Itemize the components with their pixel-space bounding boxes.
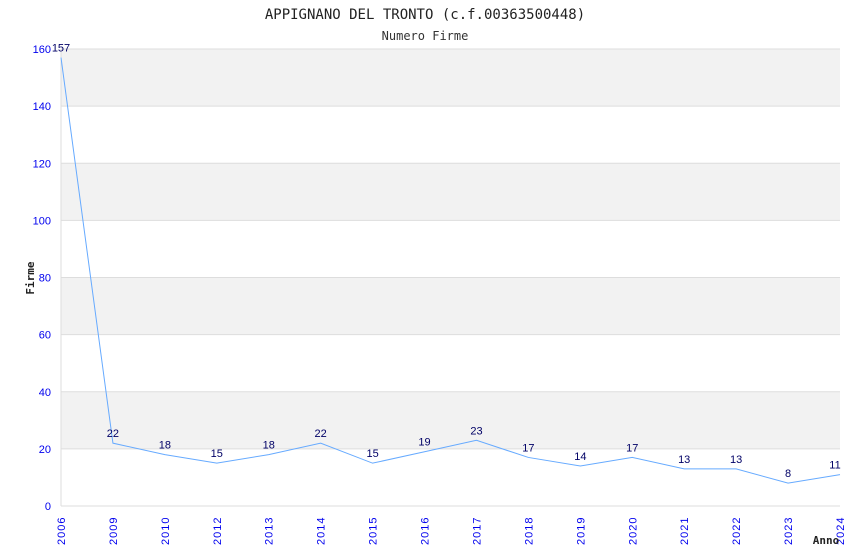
grid-band	[61, 277, 840, 335]
data-label: 23	[470, 425, 482, 437]
data-label: 17	[626, 442, 638, 454]
chart-subtitle: Numero Firme	[382, 29, 469, 43]
data-label: 8	[785, 468, 791, 480]
grid-band	[61, 391, 840, 449]
data-label: 22	[107, 428, 119, 440]
y-tick-label: 60	[39, 330, 51, 342]
x-tick-label: 2023	[783, 517, 795, 545]
x-tick-label: 2010	[160, 517, 172, 545]
y-tick-label: 140	[33, 101, 51, 113]
y-tick-label: 0	[45, 501, 51, 513]
data-label: 18	[263, 440, 275, 452]
y-axis-label: Firme	[24, 261, 37, 294]
data-label: 13	[730, 454, 742, 466]
data-label: 15	[366, 448, 378, 460]
line-chart: APPIGNANO DEL TRONTO (c.f.00363500448) N…	[24, 7, 847, 547]
grid-band	[61, 334, 840, 392]
x-tick-label: 2006	[56, 517, 68, 545]
data-label: 17	[522, 442, 534, 454]
x-axis-label: Anno	[813, 534, 840, 547]
x-tick-label: 2018	[523, 517, 535, 545]
data-label: 14	[574, 451, 586, 463]
grid-band	[61, 220, 840, 278]
data-label: 157	[52, 43, 70, 55]
x-tick-label: 2014	[316, 517, 328, 545]
x-tick-label: 2021	[679, 517, 691, 545]
x-tick-label: 2013	[264, 517, 276, 545]
data-label: 15	[211, 448, 223, 460]
x-tick-label: 2012	[212, 517, 224, 545]
data-label: 13	[678, 454, 690, 466]
chart-title: APPIGNANO DEL TRONTO (c.f.00363500448)	[265, 7, 585, 23]
y-tick-label: 40	[39, 387, 51, 399]
data-label: 22	[315, 428, 327, 440]
y-tick-label: 120	[33, 158, 51, 170]
data-label: 11	[829, 460, 840, 472]
x-tick-label: 2015	[368, 517, 380, 545]
x-tick-label: 2020	[627, 517, 639, 545]
y-tick-label: 100	[33, 215, 51, 227]
grid-band	[61, 49, 840, 107]
grid-band	[61, 106, 840, 164]
x-tick-label: 2019	[575, 517, 587, 545]
y-tick-label: 80	[39, 273, 51, 285]
y-tick-label: 160	[33, 44, 51, 56]
x-tick-label: 2017	[471, 517, 483, 545]
x-tick-label: 2009	[108, 517, 120, 545]
data-label: 19	[418, 437, 430, 449]
x-tick-label: 2016	[420, 517, 432, 545]
grid-band	[61, 448, 840, 506]
x-tick-label: 2022	[731, 517, 743, 545]
data-label: 18	[159, 440, 171, 452]
y-tick-label: 20	[39, 444, 51, 456]
grid-band	[61, 163, 840, 221]
